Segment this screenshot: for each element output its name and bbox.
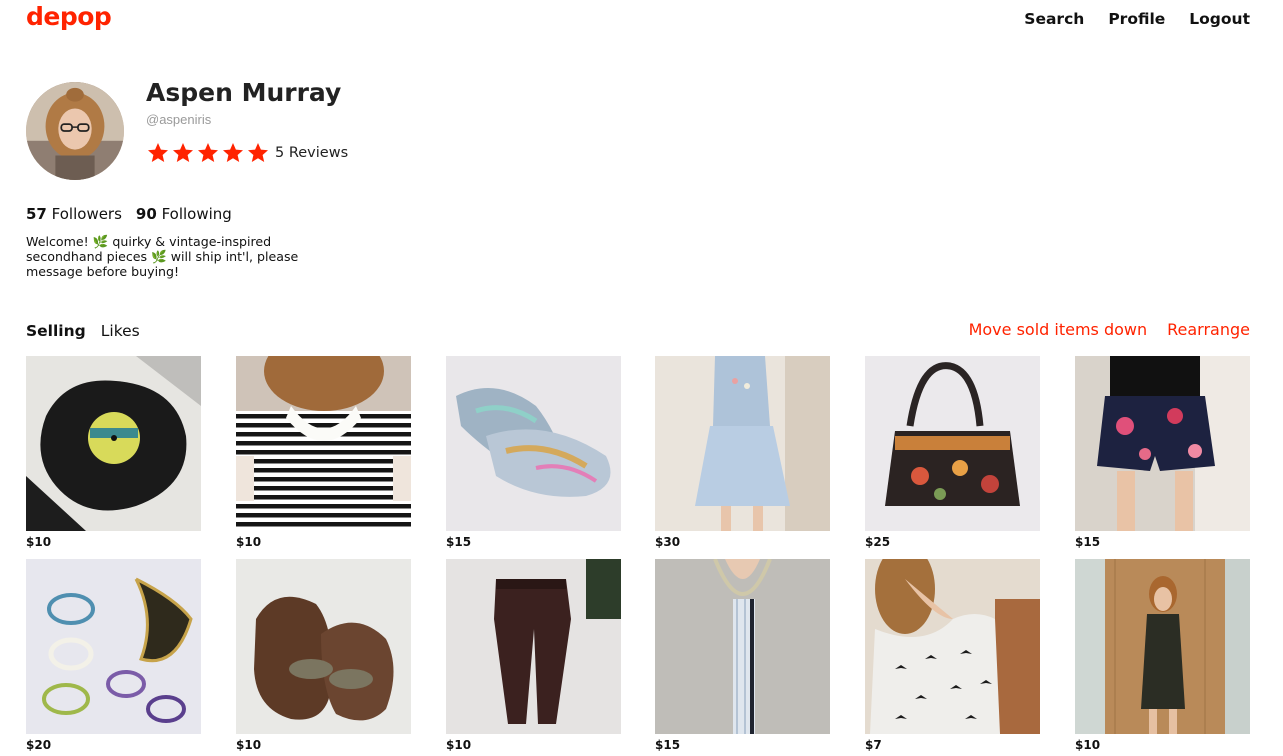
product-card[interactable]: $20	[26, 559, 201, 752]
tab-selling[interactable]: Selling	[26, 322, 86, 340]
rating[interactable]: 5 Reviews	[146, 141, 348, 165]
nav-logout-link[interactable]: Logout	[1189, 10, 1250, 28]
depop-logo[interactable]: depop	[26, 2, 112, 31]
product-card[interactable]: $7	[865, 559, 1040, 752]
product-image[interactable]	[26, 356, 201, 531]
top-nav: Search Profile Logout	[1024, 10, 1250, 28]
product-card[interactable]: $10	[236, 559, 411, 752]
product-price: $10	[26, 535, 52, 549]
top-bar: depop Search Profile Logout	[0, 0, 1283, 44]
followers-stat[interactable]: 57 Followers	[26, 205, 122, 223]
avatar	[26, 82, 124, 180]
product-card[interactable]: $30	[655, 356, 830, 549]
profile-handle: @aspeniris	[146, 112, 212, 127]
star-icon	[146, 141, 170, 165]
product-image[interactable]	[446, 356, 621, 531]
following-count: 90	[135, 205, 157, 223]
product-price: $20	[26, 738, 52, 752]
star-icon	[246, 141, 270, 165]
shop-actions: Move sold items down Rearrange	[969, 320, 1250, 339]
product-price: $10	[236, 738, 262, 752]
product-image[interactable]	[26, 559, 201, 734]
following-stat[interactable]: 90 Following	[136, 205, 232, 223]
star-icon	[196, 141, 220, 165]
product-price: $30	[655, 535, 681, 549]
followers-count: 57	[26, 205, 47, 223]
product-image[interactable]	[865, 356, 1040, 531]
product-price: $15	[446, 535, 472, 549]
product-image[interactable]	[236, 356, 411, 531]
nav-profile-link[interactable]: Profile	[1108, 10, 1165, 28]
tab-likes[interactable]: Likes	[101, 322, 140, 340]
following-label: Following	[161, 205, 232, 223]
nav-search-link[interactable]: Search	[1024, 10, 1084, 28]
product-image[interactable]	[655, 559, 830, 734]
star-icon	[171, 141, 195, 165]
product-image[interactable]	[1075, 559, 1250, 734]
product-image[interactable]	[236, 559, 411, 734]
product-price: $15	[655, 738, 681, 752]
profile-name: Aspen Murray	[146, 78, 342, 107]
product-card[interactable]: $10	[446, 559, 621, 752]
follow-stats: 57 Followers 90 Following	[26, 205, 232, 223]
product-price: $7	[865, 738, 882, 752]
product-price: $25	[865, 535, 891, 549]
product-card[interactable]: $15	[655, 559, 830, 752]
product-price: $10	[236, 535, 262, 549]
product-price: $15	[1075, 535, 1101, 549]
followers-label: Followers	[51, 205, 122, 223]
product-image[interactable]	[446, 559, 621, 734]
star-icon	[221, 141, 245, 165]
product-card[interactable]: $15	[446, 356, 621, 549]
reviews-count: 5 Reviews	[275, 145, 349, 161]
profile-tabs: Selling Likes	[26, 322, 140, 340]
profile-bio: Welcome! 🌿 quirky & vintage-inspired sec…	[26, 234, 299, 279]
product-card[interactable]: $10	[26, 356, 201, 549]
product-card[interactable]: $10	[236, 356, 411, 549]
rearrange-link[interactable]: Rearrange	[1167, 320, 1250, 339]
product-image[interactable]	[1075, 356, 1250, 531]
product-price: $10	[446, 738, 472, 752]
product-card[interactable]: $10	[1075, 559, 1250, 752]
move-sold-items-down-link[interactable]: Move sold items down	[969, 320, 1148, 339]
product-card[interactable]: $25	[865, 356, 1040, 549]
product-image[interactable]	[655, 356, 830, 531]
product-price: $10	[1075, 738, 1101, 752]
product-card[interactable]: $15	[1075, 356, 1250, 549]
rating-stars	[146, 141, 270, 165]
product-image[interactable]	[865, 559, 1040, 734]
